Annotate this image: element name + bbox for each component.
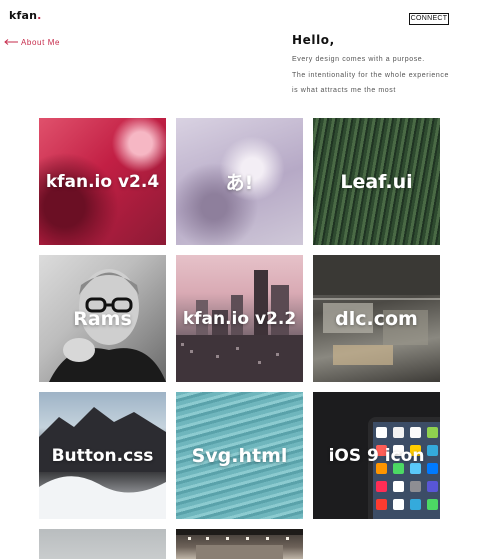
project-tile-kfan-v2-4[interactable]: kfan.io v2.4: [39, 118, 166, 245]
intro-heading: Hello,: [292, 33, 335, 47]
project-label: dlc.com: [335, 307, 418, 330]
project-tile-dlc[interactable]: dlc.com: [313, 255, 440, 382]
project-label: あ!: [225, 172, 254, 194]
intro-section: Hello, Every design comes with a purpose…: [292, 33, 472, 99]
logo-dot: .: [37, 9, 42, 22]
arrow-left-icon: [4, 39, 18, 45]
project-tile-ios-9-icon[interactable]: iOS 9 icon: [313, 392, 440, 519]
project-label: Button.css: [51, 445, 154, 466]
project-tile-button-css[interactable]: Button.css: [39, 392, 166, 519]
project-label: Leaf.ui: [340, 170, 413, 193]
project-tile-a[interactable]: あ!: [176, 118, 303, 245]
project-tile-rams[interactable]: Rams: [39, 255, 166, 382]
project-tile-leaf-ui[interactable]: Leaf.ui: [313, 118, 440, 245]
project-tile-svg-html[interactable]: Svg.html: [176, 392, 303, 519]
about-me-link[interactable]: About Me: [4, 36, 60, 48]
intro-line: The intentionality for the whole experie…: [292, 71, 449, 79]
project-tile-kfan-v2-2[interactable]: kfan.io v2.2: [176, 255, 303, 382]
project-label: kfan.io v2.4: [45, 171, 160, 192]
project-tile-partial[interactable]: [176, 529, 303, 559]
project-label: iOS 9 icon: [328, 445, 425, 466]
logo-text: kfan: [9, 9, 38, 22]
intro-line: Every design comes with a purpose.: [292, 56, 425, 63]
about-me-label: About Me: [21, 37, 61, 47]
project-grid: kfan.io v2.4 あ! Leaf.ui Rams kfan.io v2.…: [39, 118, 442, 559]
project-label: Rams: [73, 307, 132, 330]
site-logo[interactable]: kfan.: [9, 9, 42, 22]
stadium-image: [176, 529, 303, 559]
project-tile-partial[interactable]: [39, 529, 166, 559]
project-label: kfan.io v2.2: [182, 308, 297, 329]
intro-line: is what attracts me the most: [292, 87, 396, 94]
project-label: Svg.html: [191, 444, 288, 467]
connect-button[interactable]: CONNECT: [409, 13, 449, 25]
